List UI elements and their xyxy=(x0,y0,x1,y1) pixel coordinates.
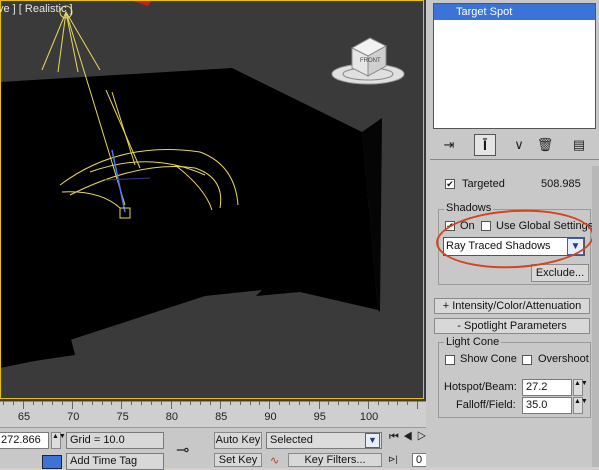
timeline-tick-label: 70 xyxy=(67,411,80,423)
viewport-label[interactable]: ve ] [ Realistic ] xyxy=(0,3,73,15)
timeline-tick xyxy=(131,401,133,405)
overshoot-label: Overshoot xyxy=(538,353,589,365)
timeline-tick xyxy=(150,401,152,405)
timeline-tick xyxy=(387,401,389,405)
timeline-tick xyxy=(81,401,83,405)
go-to-start-icon[interactable]: ⏮ xyxy=(389,431,403,443)
set-key-icon[interactable]: ⊸ xyxy=(176,440,189,460)
timeline-tick-label: 75 xyxy=(116,411,129,423)
remove-modifier-icon[interactable]: 🗑 xyxy=(536,137,554,153)
timeline-tick xyxy=(12,401,14,405)
timeline-tick xyxy=(190,401,192,405)
key-filters-button[interactable]: Key Filters... xyxy=(288,453,382,467)
intensity-color-attenuation-rollout[interactable]: + Intensity/Color/Attenuation xyxy=(434,298,590,314)
timeline-tick xyxy=(22,401,24,409)
light-cone-group-title: Light Cone xyxy=(444,336,502,348)
hotspot-spinner[interactable]: ▲▼ xyxy=(573,379,588,396)
timeline-tick xyxy=(32,401,34,405)
falloff-spinner[interactable]: ▲▼ xyxy=(573,397,588,414)
previous-frame-icon[interactable]: ◀ xyxy=(403,431,417,443)
timeline-tick xyxy=(219,401,221,409)
timeline-tick-label: 95 xyxy=(313,411,326,423)
timeline-tick xyxy=(338,401,340,405)
coordinate-field[interactable]: 272.866 xyxy=(0,432,49,449)
viewport-active-border xyxy=(0,0,424,399)
timeline-tick xyxy=(407,401,409,405)
timeline-tick xyxy=(121,401,123,409)
hotspot-field[interactable]: 27.2 xyxy=(522,379,572,396)
key-mode-toggle-icon[interactable]: ⊳| xyxy=(388,454,408,466)
timeline-tick xyxy=(269,401,271,409)
perspective-viewport[interactable]: FRONT ve ] [ Realistic ] xyxy=(0,0,426,401)
grid-readout: Grid = 10.0 xyxy=(66,432,164,449)
spotlight-parameters-rollout[interactable]: - Spotlight Parameters xyxy=(434,318,590,334)
falloff-field[interactable]: 35.0 xyxy=(522,397,572,414)
chevron-down-icon[interactable]: ▼ xyxy=(365,433,380,448)
object-list[interactable] xyxy=(433,3,596,129)
timeline-tick-label: 85 xyxy=(215,411,228,423)
collapse-icon: - xyxy=(457,320,461,332)
auto-key-button[interactable]: Auto Key xyxy=(214,432,262,449)
timeline-tick xyxy=(3,401,4,405)
coordinate-spinner[interactable]: ▲▼ xyxy=(51,432,66,449)
hotspot-label: Hotspot/Beam: xyxy=(444,381,517,393)
timeline-tick xyxy=(180,401,182,405)
timeline-tick-label: 90 xyxy=(264,411,277,423)
timeline-tick xyxy=(91,401,93,405)
show-cone-checkbox[interactable] xyxy=(445,355,455,365)
falloff-label: Falloff/Field: xyxy=(456,399,516,411)
add-time-tag-button[interactable]: Add Time Tag xyxy=(66,453,164,470)
timeline-tick-label: 65 xyxy=(17,411,31,423)
timeline-tick xyxy=(288,401,290,405)
timeline-tick xyxy=(239,401,241,405)
timeline-tick xyxy=(229,401,231,405)
timeline-tick xyxy=(101,401,103,405)
object-list-item-selected[interactable]: Target Spot xyxy=(434,4,595,20)
timeline-tick xyxy=(328,401,330,405)
timeline-tick xyxy=(367,401,369,409)
set-key-button[interactable]: Set Key xyxy=(214,453,262,467)
configure-modifier-sets-icon[interactable]: ▤ xyxy=(570,137,588,153)
timeline-tick xyxy=(141,401,143,405)
timeline-tick xyxy=(377,401,379,405)
panel-scrollbar[interactable] xyxy=(592,166,599,467)
key-mode-value: Selected xyxy=(270,434,313,446)
exclude-button[interactable]: Exclude... xyxy=(531,264,589,282)
overshoot-checkbox[interactable] xyxy=(522,355,532,365)
timeline-tick xyxy=(249,401,251,405)
timeline-tick xyxy=(357,401,359,405)
timeline-tick xyxy=(72,401,74,409)
timeline-tick xyxy=(298,401,300,405)
timeline-tick xyxy=(170,401,172,409)
targeted-label: Targeted xyxy=(462,178,505,190)
timeline-tick xyxy=(308,401,310,405)
timeline-tick xyxy=(318,401,320,409)
timeline-tick xyxy=(160,401,162,405)
timeline-tick xyxy=(52,401,54,405)
key-filter-curve-icon: ∿ xyxy=(270,455,280,467)
timeline-tick xyxy=(397,401,399,405)
timeline-tick xyxy=(200,401,202,405)
timeline-tick-label: 100 xyxy=(359,411,379,423)
intensity-rollout-title: Intensity/Color/Attenuation xyxy=(452,300,582,312)
panel-divider xyxy=(430,159,599,160)
timeline-tick xyxy=(348,401,350,405)
timeline-tick xyxy=(111,401,113,405)
timeline-tick xyxy=(210,401,212,405)
timeline-tick-label: 80 xyxy=(165,411,179,423)
timeline-tick xyxy=(259,401,261,405)
timeline-tick xyxy=(279,401,281,405)
make-unique-icon[interactable]: ∨ xyxy=(510,137,528,153)
timeline-tick xyxy=(42,401,44,405)
targeted-distance: 508.985 xyxy=(541,178,581,190)
spotlight-rollout-title: Spotlight Parameters xyxy=(464,320,567,332)
targeted-checkbox[interactable]: ✔ xyxy=(445,179,455,189)
show-end-result-icon[interactable]: Ī xyxy=(474,134,496,156)
timeline-tick xyxy=(417,401,419,409)
expand-icon: + xyxy=(442,300,450,312)
show-cone-label: Show Cone xyxy=(460,353,517,365)
timeline-tick xyxy=(62,401,64,405)
pin-stack-icon[interactable]: ⇥ xyxy=(440,137,458,153)
